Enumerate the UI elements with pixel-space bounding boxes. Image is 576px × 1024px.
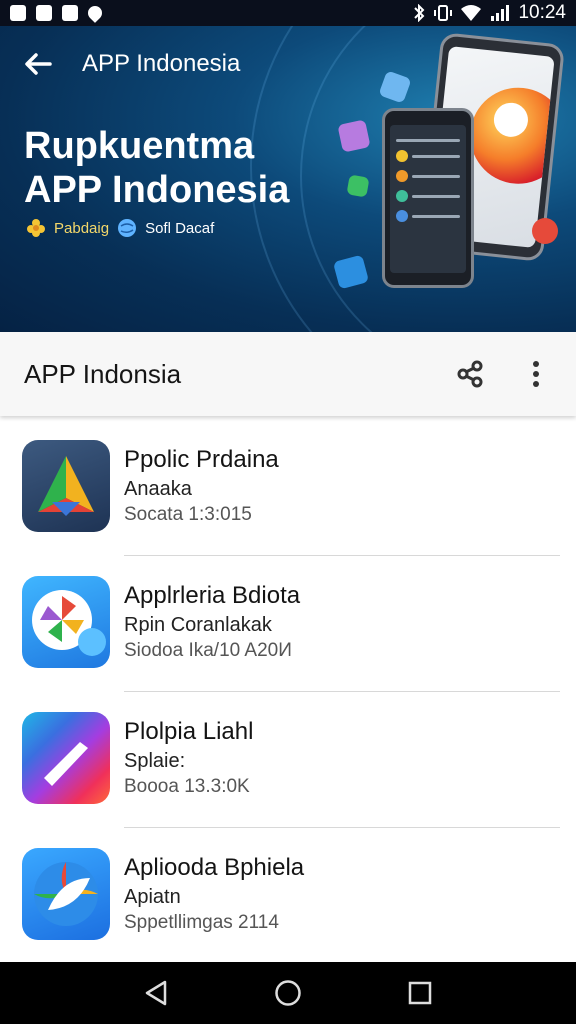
hero-title-line2: APP Indonesia	[24, 169, 290, 211]
app-bar-actions	[446, 350, 560, 398]
gallery-icon	[10, 5, 26, 21]
nav-back-button[interactable]	[132, 969, 180, 1017]
app-meta: Siodoa Ika/10 A20И	[124, 640, 292, 661]
hero-banner: APP Indonesia Rupkuentma APP Indonesia P…	[0, 26, 576, 332]
list-item[interactable]: Apliooda Bphiela Apiatn Sppetllimgas 211…	[0, 828, 576, 964]
hero-tag-1: Pabdaig	[54, 219, 110, 237]
floating-app-icon	[346, 174, 370, 198]
app-icon-triangle	[22, 440, 110, 532]
nav-home-button[interactable]	[264, 969, 312, 1017]
app-icon-gradient	[22, 712, 110, 804]
floating-app-icon	[337, 119, 371, 153]
phone-illustration-front	[382, 108, 474, 288]
app-bar-title: APP Indonsia	[24, 358, 182, 389]
list-item[interactable]: Applrleria Bdiota Rpin Coranlakak Siodoa…	[0, 556, 576, 692]
app-name: Ppolic Prdaina	[124, 446, 279, 473]
app-meta: Boooa 13.3:0K	[124, 776, 250, 797]
app-icon-leaf	[22, 848, 110, 940]
vibrate-icon	[434, 5, 453, 21]
more-options-button[interactable]	[512, 350, 560, 398]
status-system-icons: 10:24	[412, 2, 566, 24]
hero-title-line1: Rupkuentma	[24, 125, 255, 167]
app-name: Applrleria Bdiota	[124, 582, 301, 609]
app-icon-pinwheel	[22, 576, 110, 668]
share-button[interactable]	[446, 350, 494, 398]
app-name: Apliooda Bphiela	[124, 854, 305, 881]
arrow-back-icon	[25, 53, 52, 75]
nav-recents-button[interactable]	[396, 969, 444, 1017]
app-bar: APP Indonsia	[0, 332, 576, 416]
globe-icon	[118, 219, 137, 237]
app-subtitle: Rpin Coranlakak	[124, 614, 272, 636]
hero-tags: Pabdaig Sofl Dacaf	[26, 218, 214, 238]
app-name: Plolpia Liahl	[124, 718, 254, 745]
app-subtitle: Apiatn	[124, 886, 181, 908]
system-nav-bar	[0, 962, 576, 1024]
app-list: Ppolic Prdaina Anaaka Socata 1:3:015 App…	[0, 420, 576, 960]
list-item[interactable]: Ppolic Prdaina Anaaka Socata 1:3:015	[0, 420, 576, 556]
map-pin-icon	[85, 3, 105, 23]
wifi-icon	[461, 5, 482, 21]
more-vert-icon	[533, 361, 539, 387]
back-button[interactable]	[14, 40, 62, 88]
app-meta: Socata 1:3:015	[124, 504, 252, 525]
status-bar: 10:24	[0, 0, 576, 26]
app-subtitle: Anaaka	[124, 478, 192, 500]
status-notification-icons	[10, 3, 105, 23]
signal-icon	[491, 5, 510, 21]
messenger-icon	[36, 5, 52, 21]
flower-icon	[27, 219, 45, 237]
bluetooth-icon	[414, 4, 425, 22]
floating-app-icon	[532, 218, 558, 244]
status-time: 10:24	[518, 2, 566, 23]
hero-title: Rupkuentma APP Indonesia	[24, 124, 354, 212]
toolbar-title: APP Indonesia	[82, 50, 241, 77]
list-item[interactable]: Plolpia Liahl Splaie: Boooa 13.3:0K	[0, 692, 576, 828]
app-meta: Sppetllimgas 2114	[124, 912, 279, 933]
app-subtitle: Splaie:	[124, 750, 186, 772]
share-icon	[457, 360, 483, 388]
nav-back-icon	[145, 980, 167, 1006]
mail-icon	[62, 5, 78, 21]
hero-tag-2: Sofl Dacaf	[145, 219, 215, 237]
nav-recents-icon	[408, 981, 432, 1005]
nav-home-icon	[275, 980, 301, 1006]
